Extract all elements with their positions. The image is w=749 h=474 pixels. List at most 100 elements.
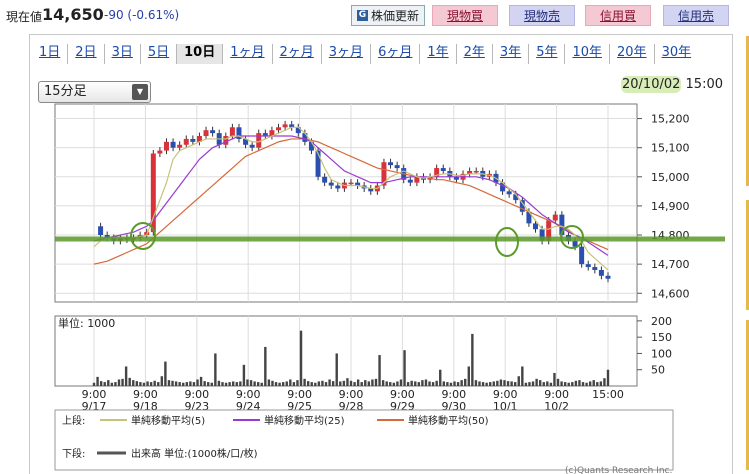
candle-body — [598, 269, 604, 276]
volume-bar — [535, 378, 538, 386]
volume-bar — [478, 381, 481, 386]
volume-bar — [289, 379, 292, 386]
volume-bar — [228, 382, 231, 386]
volume-bar — [314, 382, 317, 386]
volume-bar — [210, 382, 213, 386]
volume-bar — [185, 382, 189, 386]
volume-bar — [96, 376, 99, 386]
volume-bar — [406, 382, 410, 386]
candle-body — [223, 136, 229, 145]
volume-axis-label: 200 — [651, 315, 672, 328]
volume-bar — [492, 381, 495, 386]
volume-bar — [207, 382, 210, 386]
candle-body — [322, 176, 328, 183]
volume-bar — [417, 382, 421, 386]
volume-bar — [342, 380, 346, 386]
volume-bar — [374, 378, 378, 386]
volume-bar — [221, 382, 224, 386]
volume-bar — [132, 380, 135, 386]
volume-bar — [274, 382, 278, 386]
volume-bar — [474, 380, 478, 386]
volume-bar — [460, 380, 463, 386]
volume-bar — [310, 382, 313, 386]
volume-bar — [299, 330, 303, 386]
volume-bar — [303, 378, 306, 386]
volume-bar — [360, 382, 363, 386]
price-axis-label: 15,100 — [651, 142, 690, 155]
price-axis-label: 14,600 — [651, 287, 690, 300]
volume-bar — [588, 381, 592, 386]
volume-bar — [92, 382, 96, 386]
volume-bar — [242, 364, 246, 386]
volume-bar — [599, 381, 603, 386]
volume-bar — [182, 382, 185, 386]
candle-body — [249, 144, 255, 148]
volume-bar — [546, 381, 549, 386]
volume-bar — [410, 380, 413, 386]
price-chart: 15,20015,10015,00014,90014,80014,70014,6… — [54, 103, 725, 474]
volume-bar — [264, 346, 267, 386]
legend-volume: 出来高 単位:(1000株/口/枚) — [131, 447, 258, 460]
volume-bar — [596, 382, 599, 386]
volume-bar — [446, 382, 449, 386]
volume-bar — [267, 379, 271, 386]
volume-bar — [421, 380, 424, 386]
volume-bar — [574, 380, 578, 386]
volume-bar — [99, 381, 103, 386]
volume-bar — [517, 376, 520, 386]
volume-bar — [174, 381, 178, 386]
candle-body — [348, 182, 354, 185]
candle-body — [282, 124, 288, 128]
volume-bar — [324, 382, 328, 386]
volume-bar — [114, 382, 117, 386]
volume-bar — [389, 382, 392, 386]
price-plot-frame — [54, 103, 638, 303]
volume-bar — [217, 380, 221, 386]
candle-body — [256, 133, 262, 148]
candle-body — [473, 170, 479, 173]
volume-bar — [196, 379, 199, 386]
volume-bar — [171, 380, 174, 386]
volume-unit-label: 単位: 1000 — [58, 316, 115, 330]
candle-body — [190, 138, 196, 142]
volume-bar — [335, 353, 338, 386]
volume-bar — [339, 381, 342, 386]
volume-bar — [160, 376, 164, 386]
candle-body — [170, 141, 176, 148]
candle-body — [605, 275, 611, 279]
volume-bar — [467, 366, 470, 386]
candle-body — [585, 264, 591, 268]
volume-bar — [189, 381, 192, 386]
volume-bar — [192, 382, 196, 386]
volume-bar — [464, 378, 467, 386]
volume-bar — [378, 355, 381, 386]
volume-bar — [489, 382, 492, 386]
volume-bar — [381, 380, 385, 386]
volume-bar — [581, 382, 585, 386]
price-axis-label: 15,000 — [651, 171, 690, 184]
candle-body — [210, 130, 216, 134]
volume-bar — [331, 381, 335, 386]
volume-bar — [549, 382, 553, 386]
volume-bar — [524, 382, 528, 386]
volume-bar — [592, 380, 595, 386]
volume-bar — [281, 382, 285, 386]
volume-bar — [403, 350, 406, 386]
volume-bar — [253, 381, 256, 386]
volume-bar — [349, 380, 353, 386]
volume-bar — [567, 382, 570, 386]
candle-body — [592, 267, 598, 270]
volume-bar — [606, 369, 610, 386]
volume-bar — [110, 382, 114, 386]
volume-bar — [481, 382, 485, 386]
volume-bar — [585, 382, 588, 386]
volume-bar — [306, 381, 310, 386]
candle-body — [407, 179, 413, 183]
volume-bar — [256, 382, 260, 386]
candle-body — [440, 168, 446, 171]
volume-bar — [214, 353, 217, 386]
volume-bar — [367, 381, 371, 386]
volume-bar — [107, 380, 110, 386]
volume-bar — [353, 382, 356, 386]
volume-bar — [496, 380, 499, 386]
